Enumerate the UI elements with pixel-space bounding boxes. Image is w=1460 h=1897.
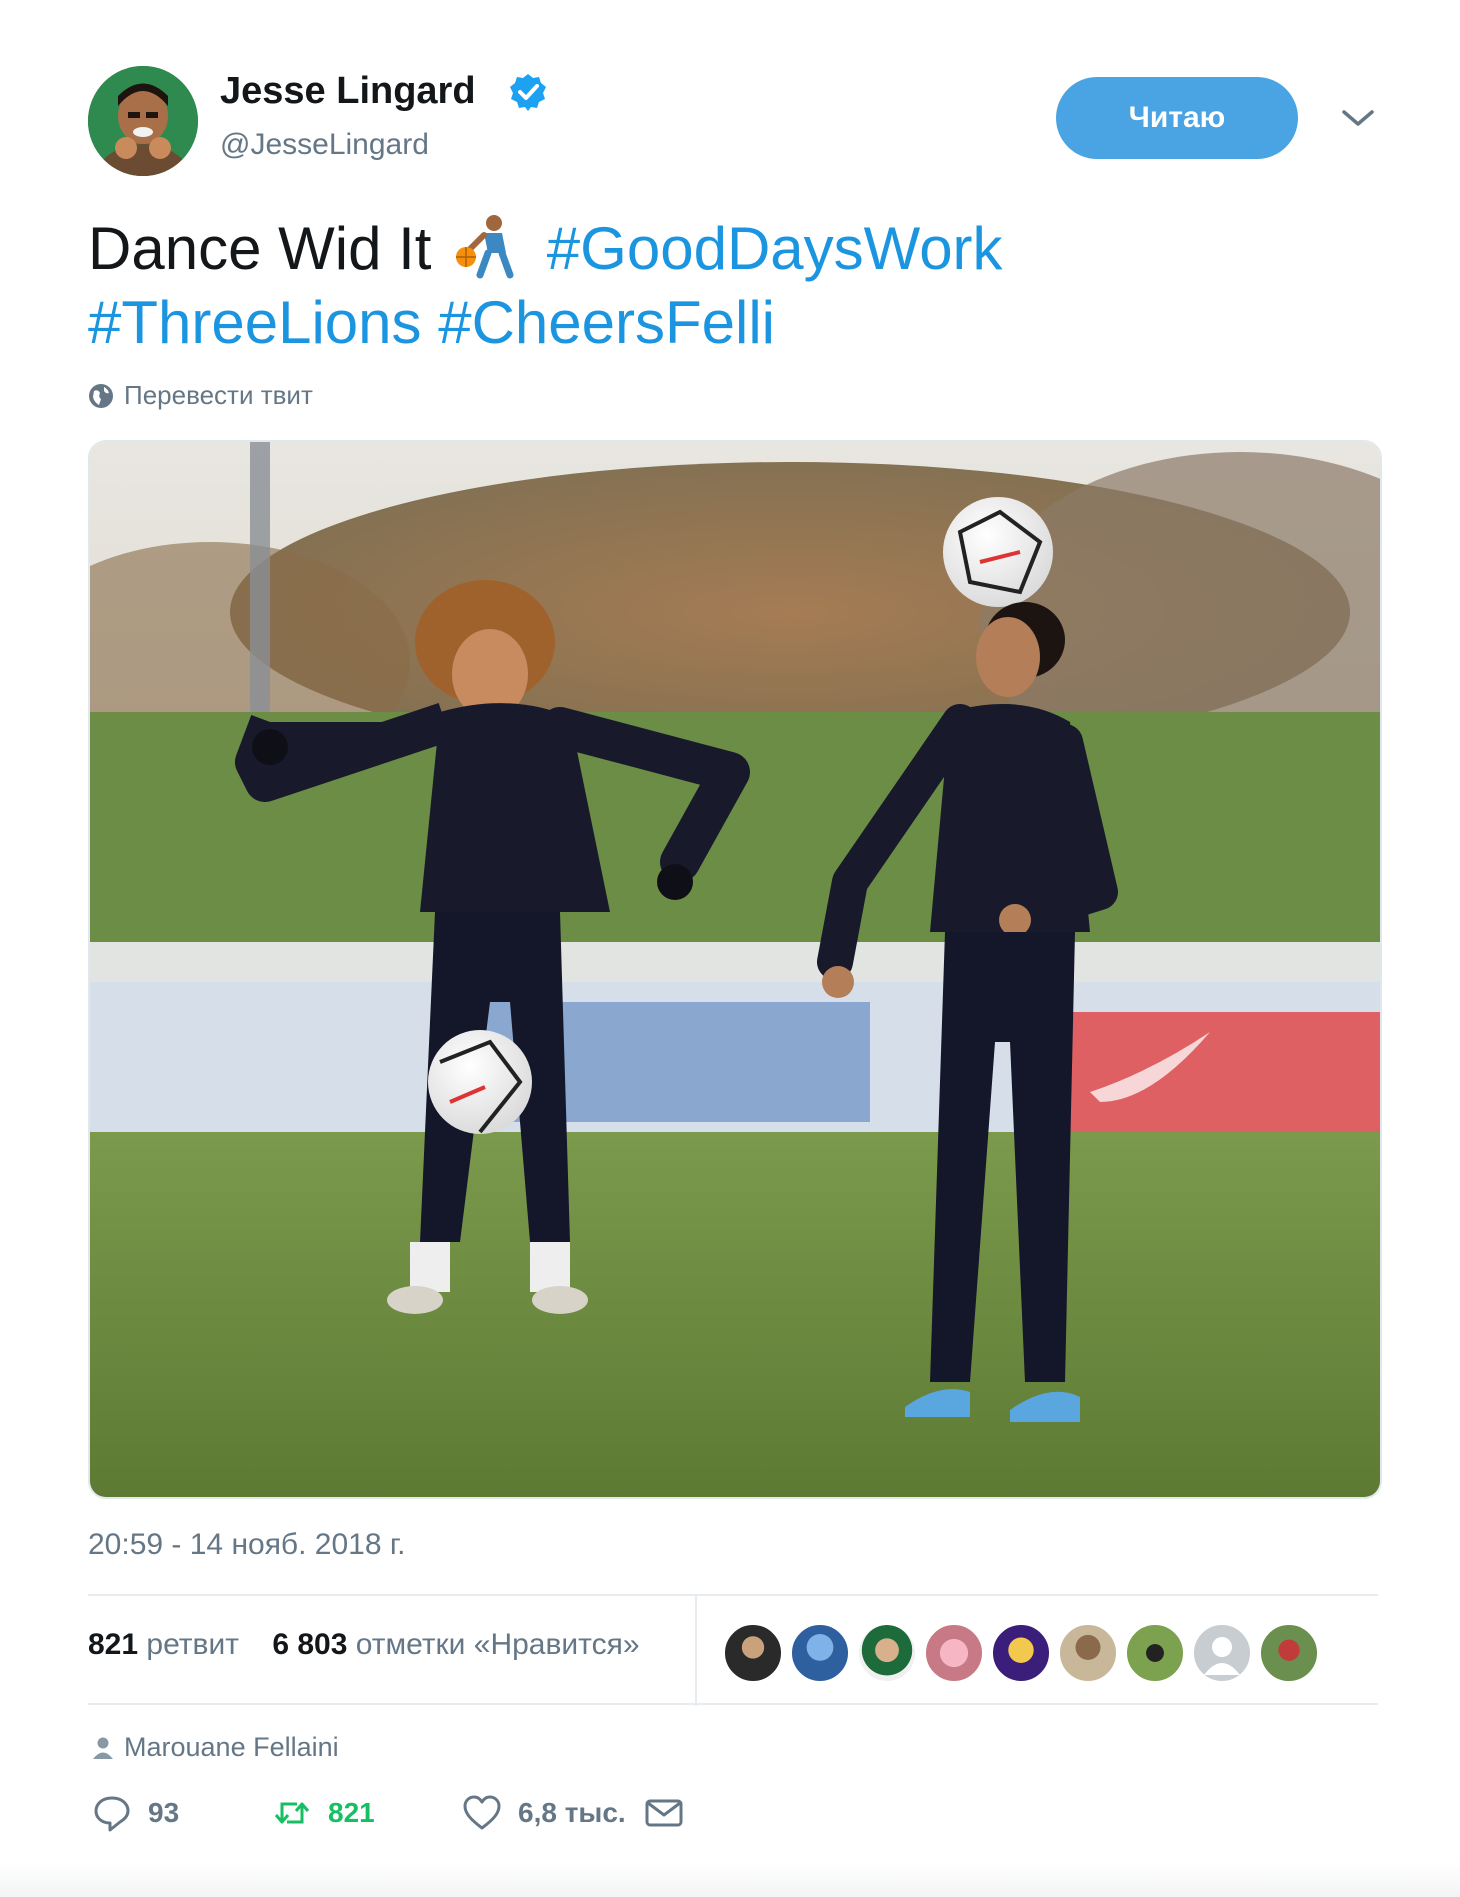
person-bouncing-ball-icon (456, 215, 514, 279)
retweet-action-count: 821 (328, 1797, 375, 1828)
stats-separator (695, 1596, 697, 1706)
verified-badge-icon (510, 74, 546, 111)
avatar-face-icon (88, 66, 198, 176)
like-count: 6 803 (272, 1628, 348, 1661)
follow-button[interactable]: Читаю (1056, 77, 1298, 159)
liker-avatar[interactable] (790, 1623, 850, 1683)
liker-avatar[interactable] (924, 1623, 984, 1683)
liker-avatar[interactable] (857, 1623, 917, 1683)
translate-label: Перевести твит (124, 380, 313, 410)
retweet-icon (274, 1802, 310, 1824)
hashtag-threelions[interactable]: #ThreeLions (88, 289, 422, 356)
heart-icon (463, 1795, 501, 1830)
author-avatar[interactable] (88, 66, 198, 176)
photo (90, 442, 1380, 1497)
liker-avatar[interactable] (1058, 1623, 1118, 1683)
tweet-timestamp[interactable]: 20:59 - 14 нояб. 2018 г. (88, 1528, 405, 1562)
like-stat[interactable]: 6 803 отметки «Нравится» (272, 1628, 639, 1661)
author-handle[interactable]: @JesseLingard (220, 128, 429, 162)
liker-avatar[interactable] (1192, 1623, 1252, 1683)
translate-tweet-link[interactable]: Перевести твит (88, 380, 313, 411)
liker-avatar[interactable] (723, 1623, 783, 1683)
page-bottom-edge (0, 1862, 1460, 1897)
direct-message-button[interactable] (644, 1793, 684, 1833)
liker-avatar[interactable] (991, 1623, 1051, 1683)
hashtag-cheersfelli[interactable]: #CheersFelli (438, 289, 775, 356)
author-display-name[interactable]: Jesse Lingard (220, 70, 476, 113)
tweet-text-prefix: Dance Wid It (88, 215, 432, 282)
liker-avatar[interactable] (1259, 1623, 1319, 1683)
envelope-icon (645, 1799, 683, 1827)
tagged-user-name: Marouane Fellaini (124, 1732, 339, 1762)
retweet-stat[interactable]: 821 ретвит (88, 1628, 239, 1661)
retweet-button[interactable]: 821 (272, 1793, 375, 1833)
tweet-photo[interactable] (88, 440, 1382, 1499)
divider (88, 1703, 1378, 1705)
globe-icon (89, 383, 113, 408)
tweet-text: Dance Wid It #GoodDaysWork #ThreeLions #… (88, 212, 1388, 360)
retweet-label: ретвит (146, 1628, 239, 1661)
tagged-user[interactable]: Marouane Fellaini (92, 1732, 339, 1763)
chevron-down-icon[interactable] (1340, 106, 1376, 130)
reply-icon (94, 1796, 130, 1832)
like-action-count: 6,8 тыс. (518, 1797, 626, 1828)
reply-button[interactable]: 93 (92, 1793, 179, 1833)
person-icon (93, 1737, 113, 1759)
like-label: отметки «Нравится» (355, 1628, 640, 1661)
reply-count: 93 (148, 1797, 180, 1828)
default-avatar-icon (1204, 1637, 1240, 1675)
tweet-stats: 821 ретвит 6 803 отметки «Нравится» (88, 1628, 640, 1662)
divider (88, 1594, 1378, 1596)
hashtag-gooddayswork[interactable]: #GoodDaysWork (547, 215, 1003, 282)
like-button[interactable]: 6,8 тыс. (462, 1793, 626, 1833)
retweet-count: 821 (88, 1628, 139, 1661)
liker-avatar[interactable] (1125, 1623, 1185, 1683)
